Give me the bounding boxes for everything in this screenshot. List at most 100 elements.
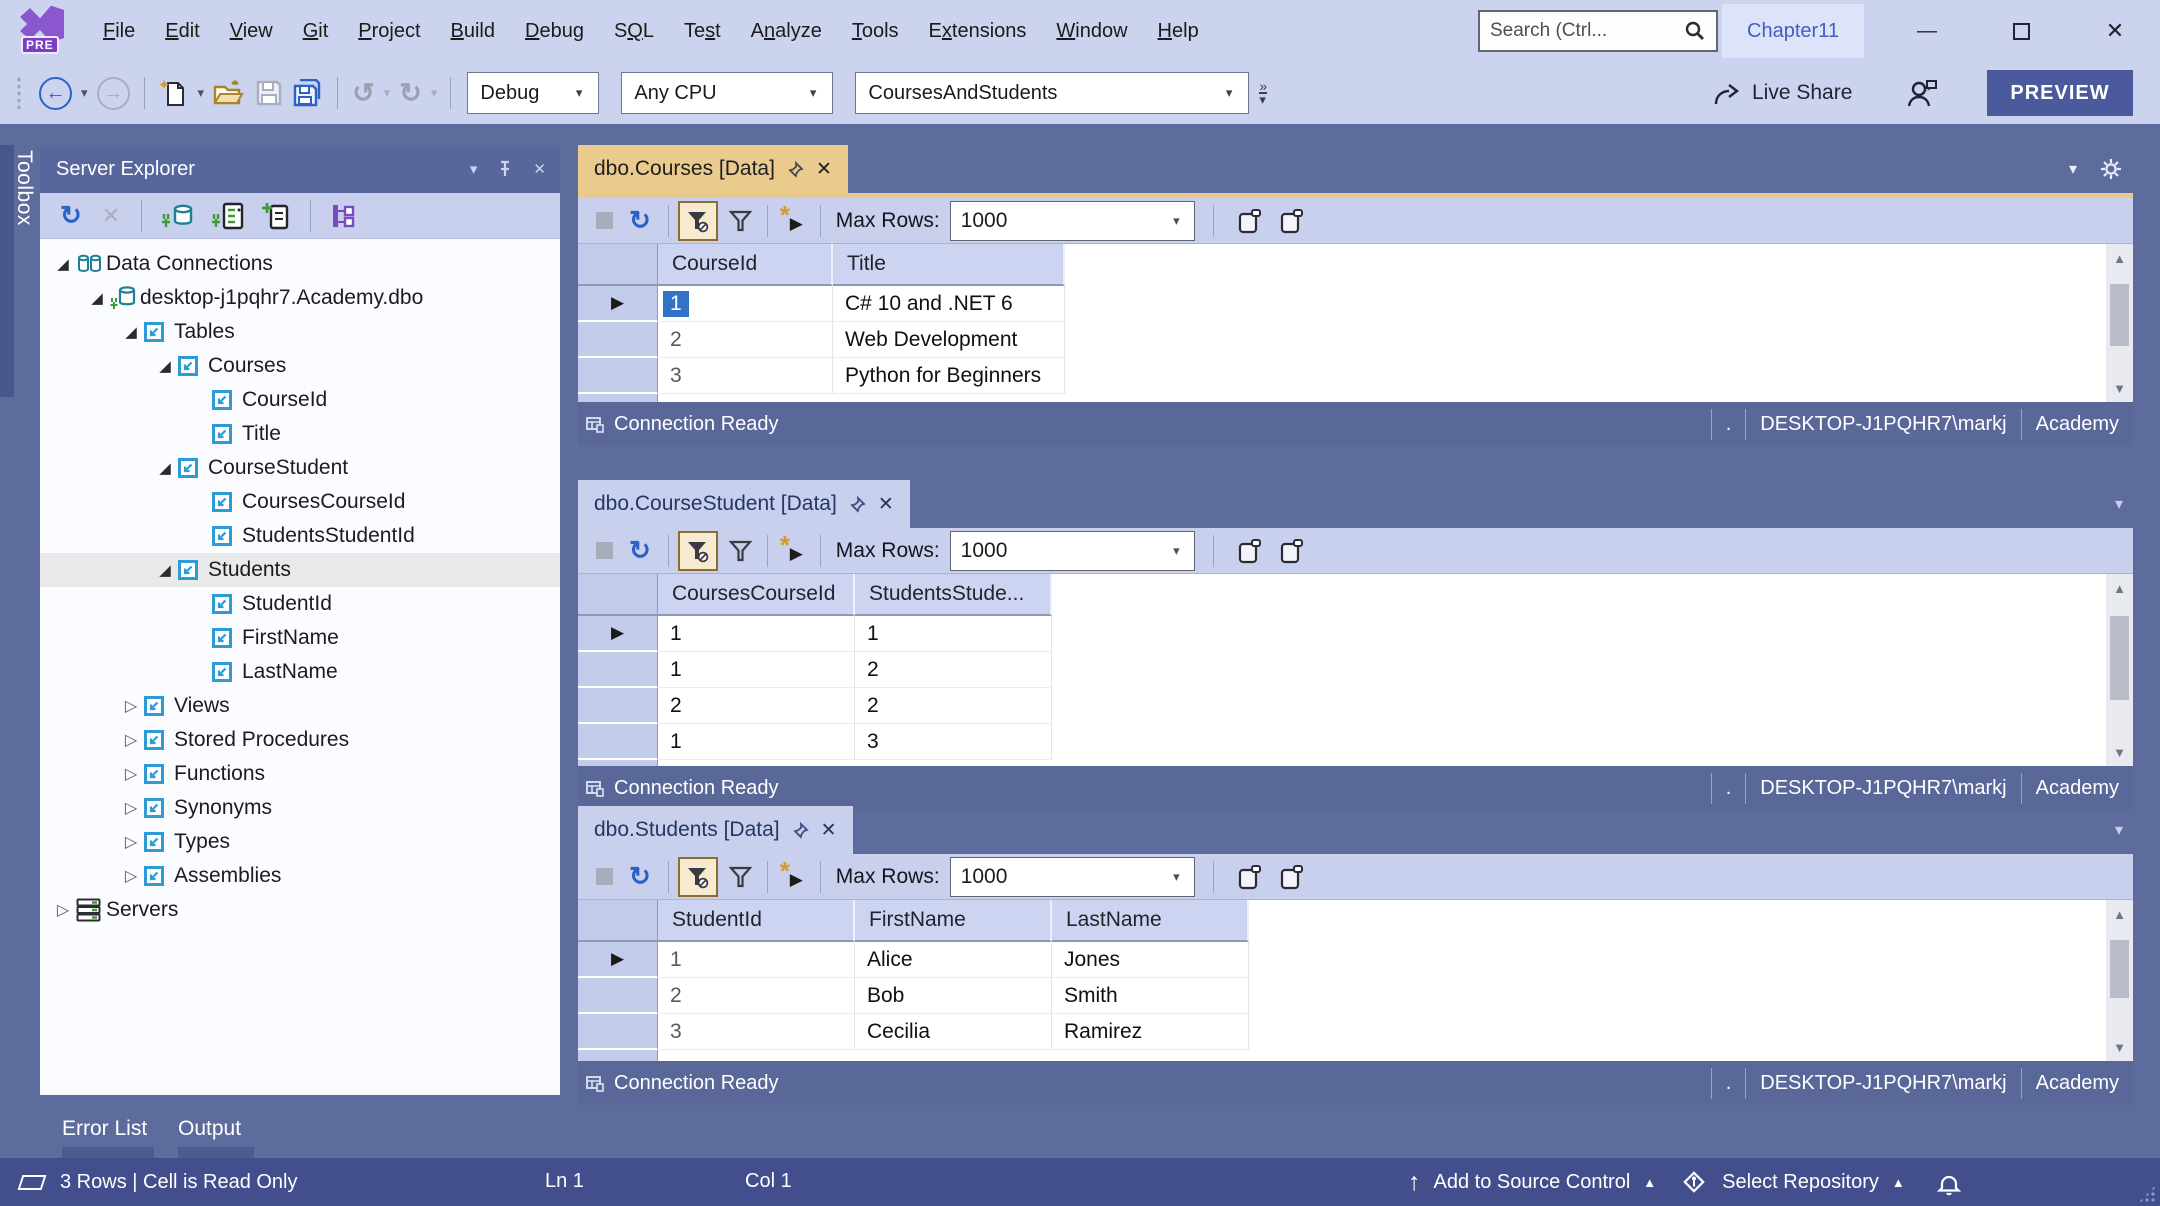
- vertical-scrollbar[interactable]: ▲ ▼: [2106, 244, 2133, 402]
- platform-select[interactable]: Any CPU ▾: [621, 72, 833, 114]
- tree-item-desktop-j1pqhr7-academy-dbo[interactable]: ◢desktop-j1pqhr7.Academy.dbo: [40, 281, 560, 315]
- pin-icon[interactable]: [792, 822, 809, 839]
- tree-item-types[interactable]: ▷Types: [40, 825, 560, 859]
- cell[interactable]: 1: [658, 616, 855, 652]
- new-row-selector[interactable]: [578, 1050, 658, 1061]
- close-icon[interactable]: ✕: [533, 160, 546, 178]
- new-project-dropdown[interactable]: ▾: [194, 85, 209, 101]
- scrollbar-thumb[interactable]: [2110, 940, 2129, 998]
- collapsed-icon[interactable]: ▷: [118, 730, 144, 750]
- feedback-button[interactable]: [1905, 62, 1939, 124]
- cell[interactable]: 1: [658, 652, 855, 688]
- filter-icon[interactable]: [724, 866, 758, 888]
- line-indicator[interactable]: Ln 1: [545, 1170, 584, 1193]
- scroll-down-icon[interactable]: ▼: [2113, 738, 2126, 766]
- stop-refresh-icon[interactable]: ✕: [94, 203, 128, 229]
- tree-item-firstname[interactable]: FirstName: [40, 621, 560, 655]
- scrollbar-thumb[interactable]: [2110, 284, 2129, 346]
- gear-icon[interactable]: [2099, 157, 2123, 181]
- cell[interactable]: Bob: [855, 978, 1052, 1014]
- column-header-courseid[interactable]: CourseId: [658, 244, 833, 286]
- search-input[interactable]: Search (Ctrl...: [1478, 10, 1718, 52]
- row-selector[interactable]: [578, 358, 658, 394]
- column-header-studentid[interactable]: StudentId: [658, 900, 855, 942]
- cell[interactable]: 3: [658, 1014, 855, 1050]
- filter-icon[interactable]: [724, 210, 758, 232]
- cell[interactable]: 1: [658, 286, 833, 322]
- column-header-coursescourseid[interactable]: CoursesCourseId: [658, 574, 855, 616]
- tree-item-title[interactable]: Title: [40, 417, 560, 451]
- column-header-lastname[interactable]: LastName: [1052, 900, 1249, 942]
- close-icon[interactable]: ✕: [878, 493, 894, 516]
- group-by-icon[interactable]: [324, 202, 366, 230]
- cell[interactable]: Jones: [1052, 942, 1249, 978]
- scroll-down-icon[interactable]: ▼: [2113, 374, 2126, 402]
- menu-sql[interactable]: SQL: [599, 0, 669, 62]
- cell[interactable]: 2: [855, 652, 1052, 688]
- resize-grip[interactable]: [2138, 1185, 2156, 1203]
- refresh-icon[interactable]: ↻: [621, 861, 659, 892]
- open-file-button[interactable]: [208, 71, 250, 115]
- menu-window[interactable]: Window: [1041, 0, 1142, 62]
- filter-remove-icon[interactable]: [678, 201, 718, 241]
- tree-item-courseid[interactable]: CourseId: [40, 383, 560, 417]
- pin-icon[interactable]: [787, 161, 804, 178]
- live-share-button[interactable]: Live Share: [1712, 62, 1852, 124]
- redo-dropdown[interactable]: ▾: [427, 85, 442, 101]
- close-icon[interactable]: ✕: [816, 158, 832, 181]
- close-icon[interactable]: ✕: [821, 819, 837, 842]
- cell[interactable]: 3: [658, 358, 833, 394]
- cell[interactable]: Cecilia: [855, 1014, 1052, 1050]
- cell[interactable]: Python for Beginners: [833, 358, 1065, 394]
- script-icon[interactable]: [1237, 863, 1263, 891]
- cell[interactable]: Web Development: [833, 322, 1065, 358]
- tree-item-stored-procedures[interactable]: ▷Stored Procedures: [40, 723, 560, 757]
- undo-button[interactable]: ↺: [347, 71, 380, 115]
- scroll-down-icon[interactable]: ▼: [2113, 1033, 2126, 1061]
- select-all-header[interactable]: [578, 244, 658, 286]
- tree-item-coursescourseid[interactable]: CoursesCourseId: [40, 485, 560, 519]
- menu-tools[interactable]: Tools: [837, 0, 914, 62]
- minimize-button[interactable]: —: [1896, 0, 1958, 62]
- menu-project[interactable]: Project: [343, 0, 435, 62]
- cell[interactable]: Ramirez: [1052, 1014, 1249, 1050]
- refresh-icon[interactable]: ↻: [52, 200, 90, 231]
- menu-git[interactable]: Git: [288, 0, 344, 62]
- cell[interactable]: 1: [658, 942, 855, 978]
- tree-item-tables[interactable]: ◢Tables: [40, 315, 560, 349]
- navigate-back-button[interactable]: ←: [34, 71, 77, 115]
- save-all-button[interactable]: [288, 71, 328, 115]
- tree-item-studentid[interactable]: StudentId: [40, 587, 560, 621]
- save-button[interactable]: [250, 71, 288, 115]
- document-tab[interactable]: dbo.Courses [Data] ✕: [578, 145, 848, 193]
- cell[interactable]: Alice: [855, 942, 1052, 978]
- expanded-icon[interactable]: ◢: [152, 459, 178, 477]
- menu-file[interactable]: File: [88, 0, 150, 62]
- max-rows-select[interactable]: 1000 ▾: [950, 201, 1195, 241]
- cell[interactable]: 3: [855, 724, 1052, 760]
- document-dropdown-icon[interactable]: ▾: [2115, 494, 2123, 514]
- row-selector[interactable]: [578, 724, 658, 760]
- collapsed-icon[interactable]: ▷: [50, 900, 76, 920]
- cell[interactable]: Smith: [1052, 978, 1249, 1014]
- cell[interactable]: 2: [658, 322, 833, 358]
- wand-icon[interactable]: *▶: [777, 204, 811, 238]
- maximize-button[interactable]: [1990, 0, 2052, 62]
- tree-item-lastname[interactable]: LastName: [40, 655, 560, 689]
- script-icon[interactable]: [1279, 537, 1305, 565]
- close-button[interactable]: ✕: [2084, 0, 2146, 62]
- menu-build[interactable]: Build: [436, 0, 510, 62]
- expanded-icon[interactable]: ◢: [50, 255, 76, 273]
- vertical-scrollbar[interactable]: ▲ ▼: [2106, 900, 2133, 1061]
- tree-item-assemblies[interactable]: ▷Assemblies: [40, 859, 560, 893]
- row-selector[interactable]: [578, 1014, 658, 1050]
- collapsed-icon[interactable]: ▷: [118, 832, 144, 852]
- pin-icon[interactable]: [497, 160, 513, 178]
- stop-icon[interactable]: [596, 542, 613, 559]
- max-rows-select[interactable]: 1000 ▾: [950, 857, 1195, 897]
- row-selector[interactable]: ▶: [578, 616, 658, 652]
- collapsed-icon[interactable]: ▷: [118, 866, 144, 886]
- new-row-selector[interactable]: [578, 760, 658, 766]
- vertical-scrollbar[interactable]: ▲ ▼: [2106, 574, 2133, 766]
- error-list-tab[interactable]: Error List: [62, 1117, 147, 1141]
